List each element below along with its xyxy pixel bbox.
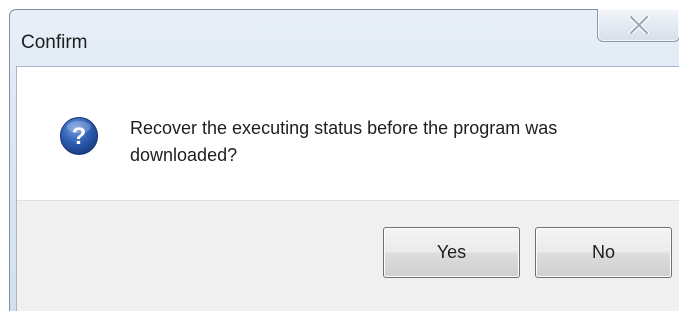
close-icon	[629, 16, 649, 34]
title-bar[interactable]: Confirm	[10, 9, 679, 66]
close-button[interactable]	[597, 9, 679, 42]
dialog-content: ? Recover the executing status before th…	[16, 66, 679, 311]
question-icon: ?	[60, 117, 98, 155]
button-bar: Yes No	[17, 200, 679, 311]
yes-button[interactable]: Yes	[383, 227, 520, 278]
no-button[interactable]: No	[535, 227, 672, 278]
svg-text:?: ?	[72, 123, 87, 150]
confirm-dialog: Confirm ? Recover the executing status b…	[9, 9, 679, 311]
message-text: Recover the executing status before the …	[130, 118, 558, 165]
message-area: ? Recover the executing status before th…	[17, 67, 679, 200]
window-title: Confirm	[21, 32, 88, 53]
